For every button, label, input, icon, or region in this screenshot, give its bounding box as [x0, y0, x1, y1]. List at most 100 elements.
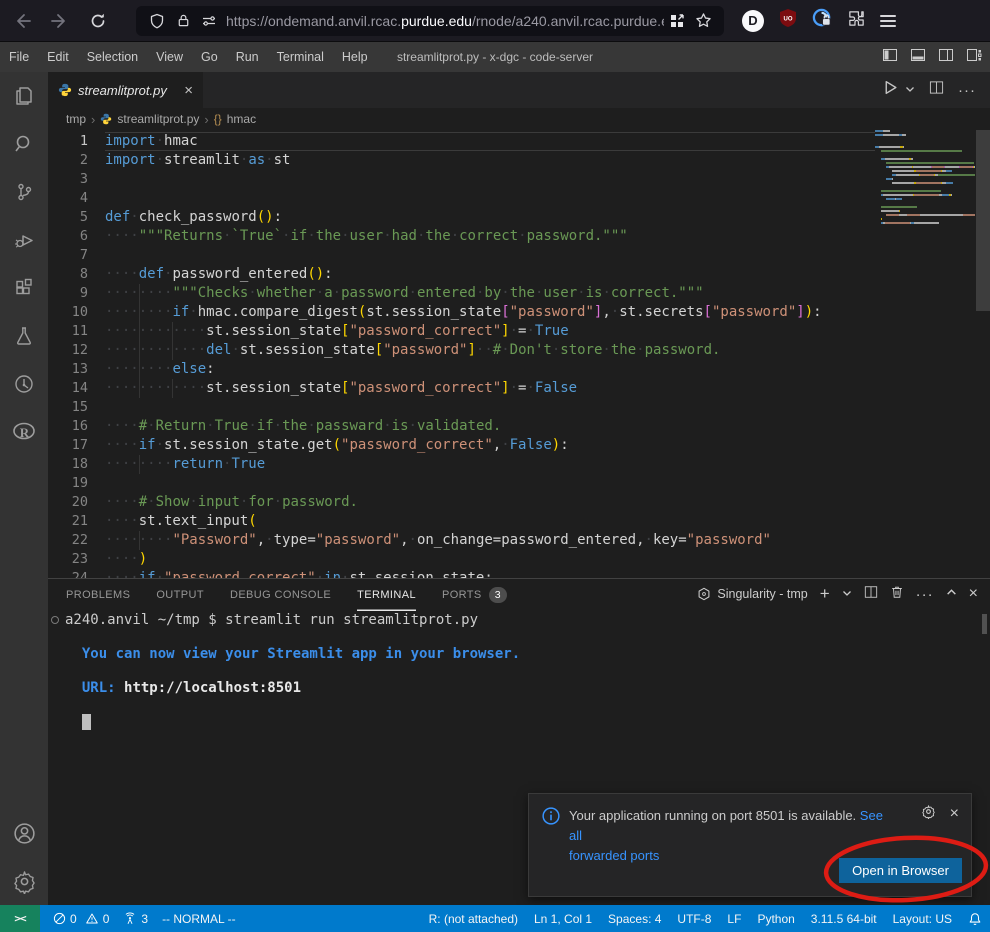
run-file-button[interactable]: [882, 79, 899, 101]
customize-layout-icon[interactable]: [966, 47, 982, 68]
explorer-icon[interactable]: [0, 72, 48, 120]
code-line-3[interactable]: 3: [48, 170, 990, 189]
status-ln-1-col-1[interactable]: Ln 1, Col 1: [526, 905, 600, 932]
editor-scrollbar[interactable]: [976, 130, 990, 311]
command-decoration-icon[interactable]: [51, 616, 59, 624]
close-panel-icon[interactable]: ×: [969, 585, 978, 603]
browser-back-button[interactable]: [6, 5, 38, 37]
terminal-scrollbar[interactable]: [982, 614, 987, 634]
forwarded-ports-status[interactable]: 3: [116, 905, 155, 932]
run-dropdown-chevron-icon[interactable]: [905, 81, 915, 99]
code-line-8[interactable]: 8····def·password_entered():: [48, 265, 990, 284]
panel-tab-problems[interactable]: PROBLEMS: [66, 579, 130, 611]
testing-beaker-icon[interactable]: [0, 312, 48, 360]
bookmark-star-icon[interactable]: [690, 8, 716, 34]
code-line-1[interactable]: 1import·hmac: [48, 132, 990, 151]
code-line-2[interactable]: 2import·streamlit·as·st: [48, 151, 990, 170]
code-line-17[interactable]: 17····if·st.session_state.get("password_…: [48, 436, 990, 455]
code-line-9[interactable]: 9········"""Checks·whether·a·password·en…: [48, 284, 990, 303]
status-layout-us[interactable]: Layout: US: [885, 905, 960, 932]
status-python[interactable]: Python: [749, 905, 802, 932]
toggle-secondary-sidebar-icon[interactable]: [938, 47, 954, 68]
problems-status[interactable]: 0 0: [46, 905, 116, 932]
split-editor-icon[interactable]: [929, 80, 944, 100]
accounts-icon[interactable]: [0, 809, 48, 857]
code-line-21[interactable]: 21····st.text_input(: [48, 512, 990, 531]
settings-gear-icon[interactable]: [0, 857, 48, 905]
remote-indicator[interactable]: ><: [0, 905, 40, 932]
menu-item-file[interactable]: File: [0, 42, 38, 72]
menu-item-edit[interactable]: Edit: [38, 42, 78, 72]
menu-item-view[interactable]: View: [147, 42, 192, 72]
tab-close-icon[interactable]: ×: [184, 83, 193, 98]
code-line-24[interactable]: 24····if·"password_correct"·in·st.sessio…: [48, 569, 990, 578]
source-control-icon[interactable]: [0, 168, 48, 216]
run-debug-icon[interactable]: [0, 216, 48, 264]
notification-settings-gear-icon[interactable]: [921, 804, 936, 824]
code-line-13[interactable]: 13········else:: [48, 360, 990, 379]
breadcrumb[interactable]: tmp › streamlitprot.py › {} hmac: [48, 108, 990, 130]
code-line-16[interactable]: 16····#·Return·True·if·the·passward·is·v…: [48, 417, 990, 436]
open-in-browser-button[interactable]: Open in Browser: [839, 858, 962, 883]
code-editor[interactable]: 1import·hmac2import·streamlit·as·st345de…: [48, 130, 990, 578]
notifications-bell-icon[interactable]: [960, 905, 990, 932]
grid-arrow-icon[interactable]: [664, 8, 690, 34]
permissions-toggles-icon[interactable]: [196, 8, 222, 34]
new-terminal-icon[interactable]: +: [820, 584, 830, 604]
breadcrumb-symbol[interactable]: hmac: [227, 112, 256, 126]
code-line-23[interactable]: 23····): [48, 550, 990, 569]
terminal-profile[interactable]: Singularity - tmp: [697, 587, 807, 601]
browser-menu-icon[interactable]: [880, 12, 896, 30]
menu-item-help[interactable]: Help: [333, 42, 377, 72]
lock-icon[interactable]: [170, 8, 196, 34]
profile-avatar[interactable]: D: [742, 10, 764, 32]
panel-tab-debug-console[interactable]: DEBUG CONSOLE: [230, 579, 331, 611]
panel-tab-ports[interactable]: PORTS3: [442, 579, 507, 611]
menu-item-go[interactable]: Go: [192, 42, 227, 72]
code-line-14[interactable]: 14············st.session_state["password…: [48, 379, 990, 398]
panel-more-actions-icon[interactable]: ···: [916, 586, 934, 603]
code-line-20[interactable]: 20····#·Show·input·for·password.: [48, 493, 990, 512]
toggle-sidebar-icon[interactable]: [882, 47, 898, 68]
ublock-shield-icon[interactable]: UO: [778, 8, 798, 33]
breadcrumb-file[interactable]: streamlitprot.py: [117, 112, 199, 126]
notification-close-icon[interactable]: ×: [950, 806, 959, 822]
url-bar[interactable]: https://ondemand.anvil.rcac.purdue.edu/r…: [136, 6, 724, 36]
panel-tab-output[interactable]: OUTPUT: [156, 579, 204, 611]
extensions-puzzle-icon[interactable]: [847, 9, 866, 33]
terminal-dropdown-chevron-icon[interactable]: [842, 585, 852, 603]
code-line-18[interactable]: 18········return·True: [48, 455, 990, 474]
status-utf-8[interactable]: UTF-8: [669, 905, 719, 932]
forwarded-ports-link[interactable]: forwarded ports: [569, 848, 659, 863]
code-line-22[interactable]: 22········"Password",·type="password",·o…: [48, 531, 990, 550]
split-terminal-icon[interactable]: [864, 585, 878, 604]
panel-tab-terminal[interactable]: TERMINAL: [357, 579, 416, 611]
minimap[interactable]: [875, 130, 975, 226]
toggle-panel-icon[interactable]: [910, 47, 926, 68]
code-line-12[interactable]: 12············del·st.session_state["pass…: [48, 341, 990, 360]
extension-lock-circle-icon[interactable]: [812, 8, 833, 34]
breadcrumb-folder[interactable]: tmp: [66, 112, 86, 126]
code-line-7[interactable]: 7: [48, 246, 990, 265]
code-line-5[interactable]: 5def·check_password():: [48, 208, 990, 227]
code-line-10[interactable]: 10········if·hmac.compare_digest(st.sess…: [48, 303, 990, 322]
code-line-19[interactable]: 19: [48, 474, 990, 493]
editor-more-actions-icon[interactable]: ···: [958, 82, 976, 99]
status-3-11-5-64-bit[interactable]: 3.11.5 64-bit: [803, 905, 885, 932]
extensions-icon[interactable]: [0, 264, 48, 312]
code-line-15[interactable]: 15: [48, 398, 990, 417]
code-line-6[interactable]: 6····"""Returns·`True`·if·the·user·had·t…: [48, 227, 990, 246]
shield-icon[interactable]: [144, 8, 170, 34]
browser-forward-button[interactable]: [44, 5, 76, 37]
menu-item-run[interactable]: Run: [227, 42, 268, 72]
code-line-11[interactable]: 11············st.session_state["password…: [48, 322, 990, 341]
kill-terminal-trash-icon[interactable]: [890, 585, 904, 604]
code-line-4[interactable]: 4: [48, 189, 990, 208]
browser-reload-button[interactable]: [82, 5, 114, 37]
circle-graph-icon[interactable]: [0, 360, 48, 408]
tab-streamlitprot[interactable]: streamlitprot.py ×: [48, 72, 203, 108]
status-lf[interactable]: LF: [719, 905, 749, 932]
status-r-not-attached[interactable]: R: (not attached): [421, 905, 526, 932]
menu-item-terminal[interactable]: Terminal: [268, 42, 333, 72]
status-spaces-4[interactable]: Spaces: 4: [600, 905, 669, 932]
